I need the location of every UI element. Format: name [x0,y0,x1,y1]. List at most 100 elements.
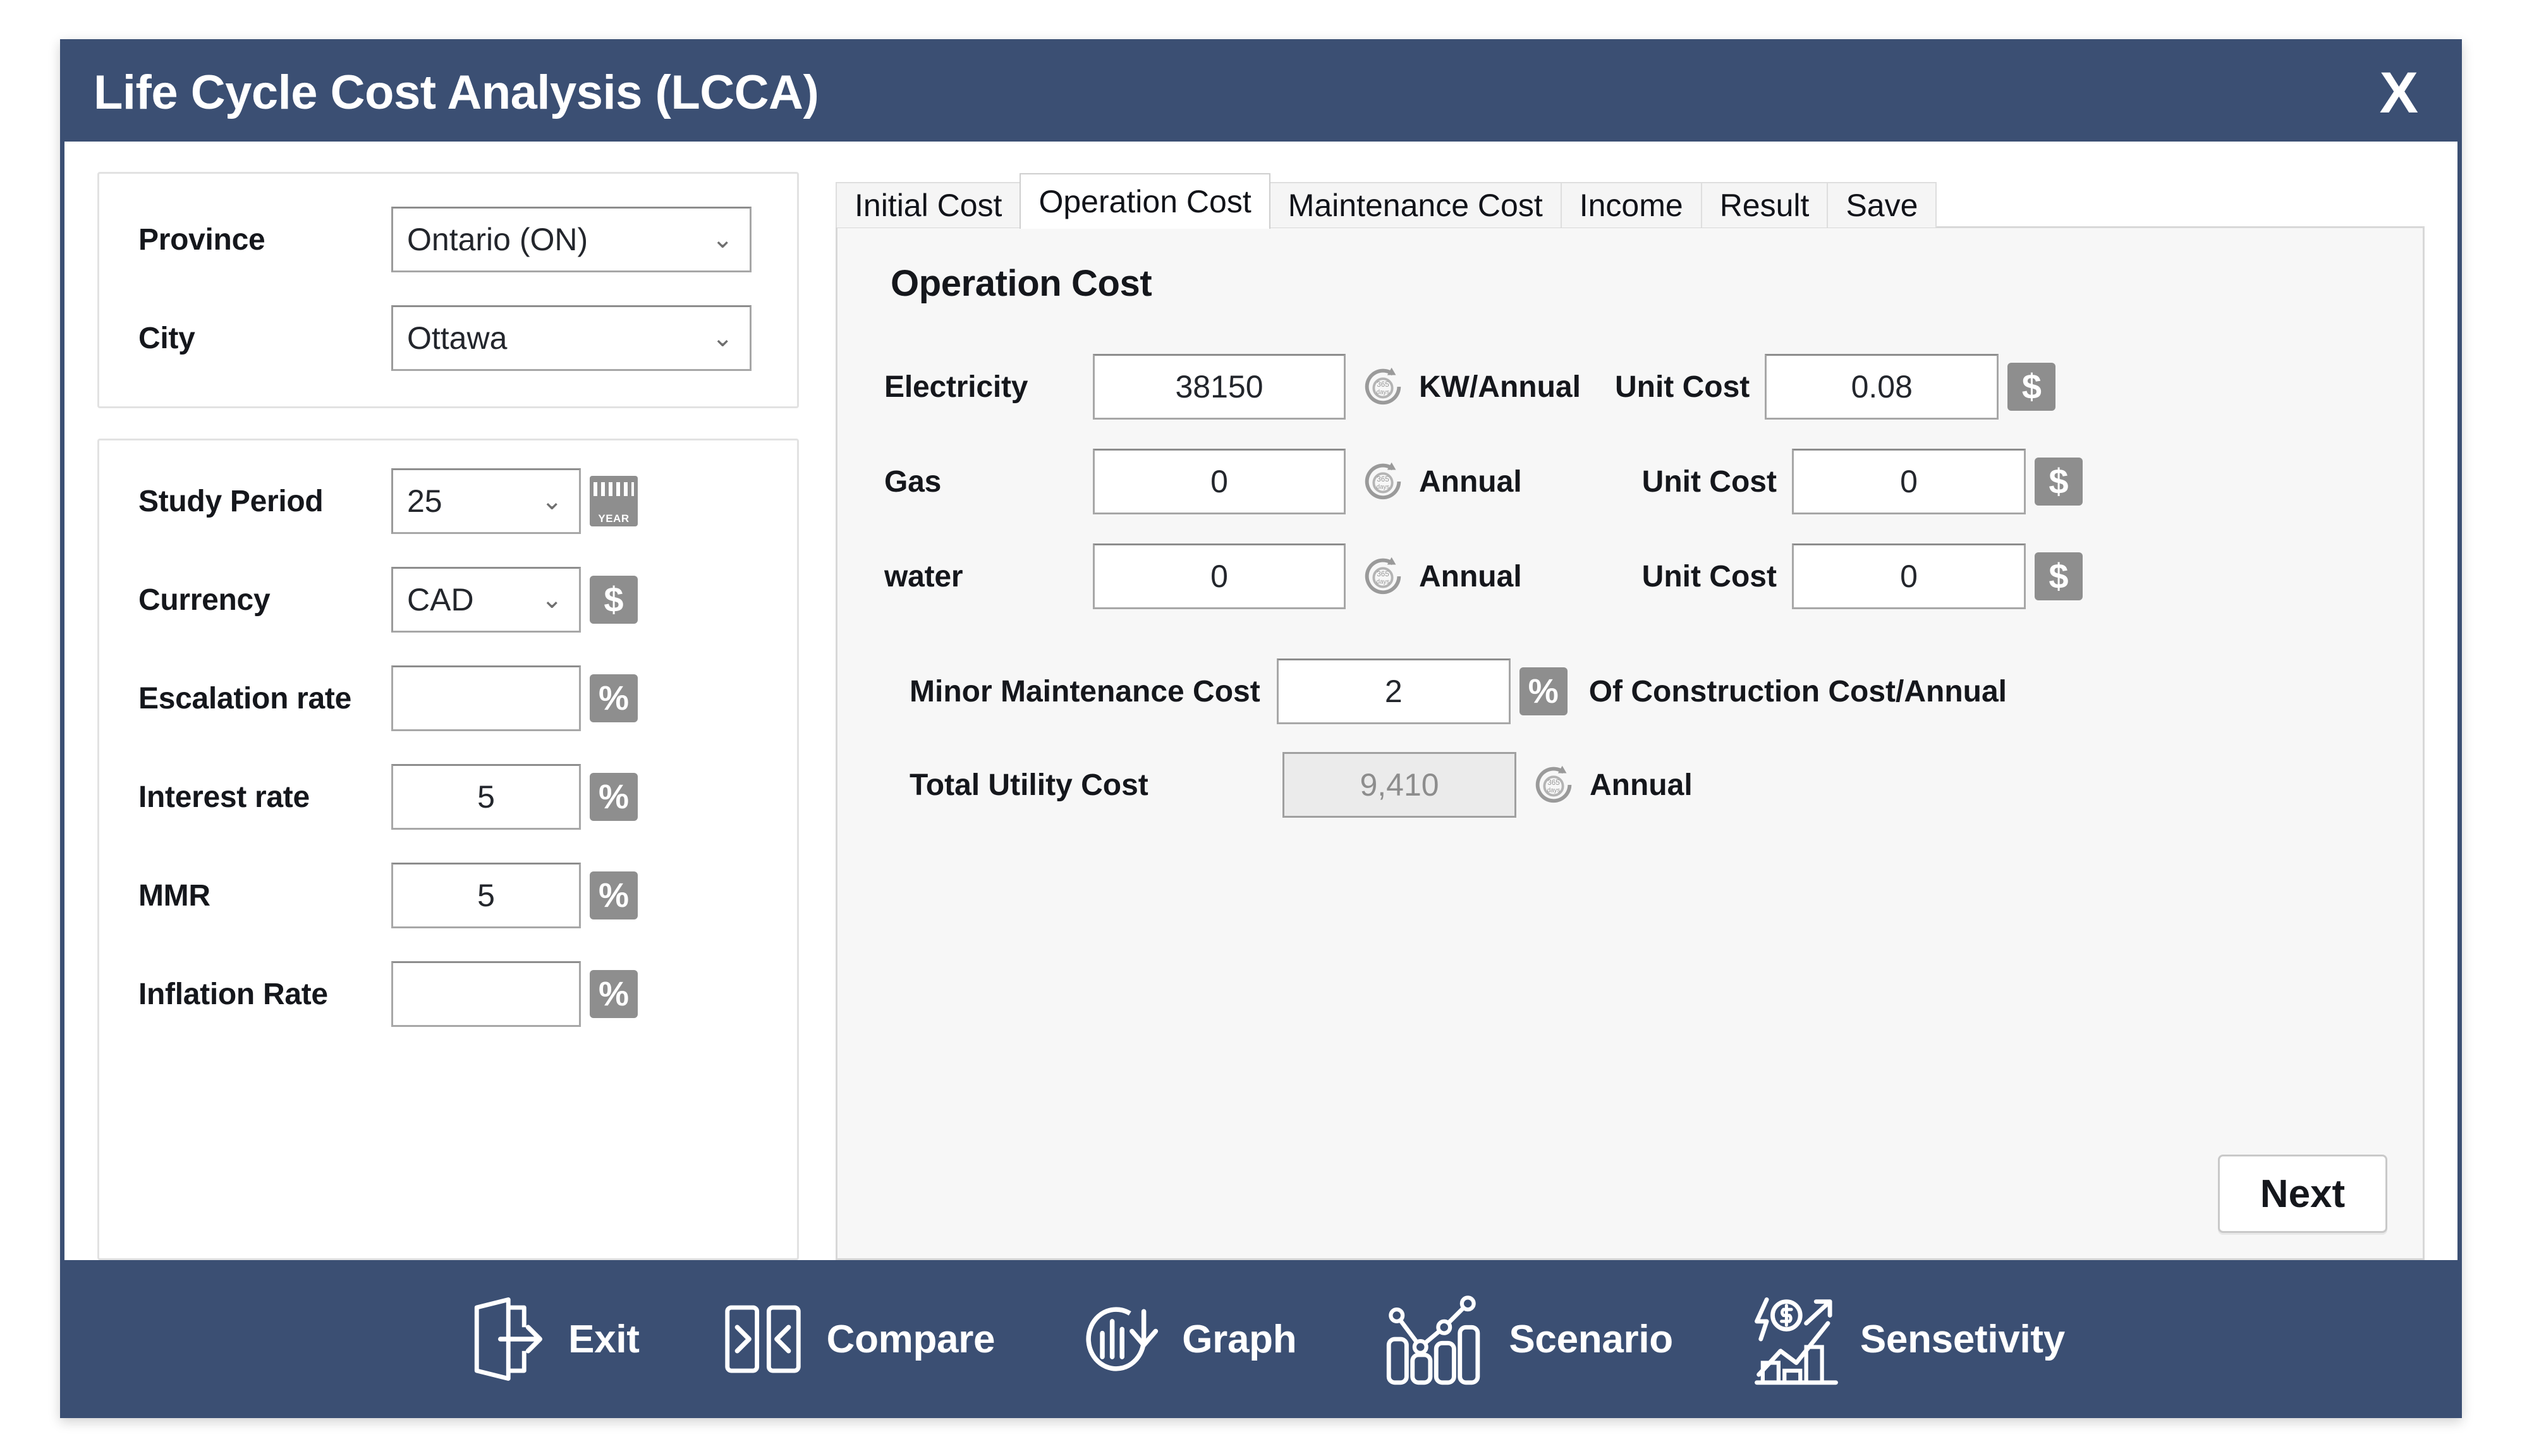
panel-heading: Operation Cost [891,263,1152,304]
exit-door-icon [457,1292,552,1386]
footer-toolbar: Exit Compare Graph Scenario Sensetivity [64,1260,2457,1418]
percent-icon: % [590,871,638,919]
water-unit: Annual [1419,559,1522,593]
parameters-card: Study Period 25 ⌄ YEAR Currency CAD ⌄ $ … [97,439,799,1260]
dollar-icon: $ [2007,363,2056,411]
mmr-input[interactable]: 5 [391,863,581,928]
inflation-rate-input[interactable] [391,961,581,1027]
water-unit-cost-value: 0 [1900,559,1918,594]
city-row: City Ottawa ⌄ [138,305,759,371]
percent-icon: % [590,970,638,1018]
scenario-bars-line-icon [1372,1292,1492,1386]
province-row: Province Ontario (ON) ⌄ [138,207,759,272]
province-value: Ontario (ON) [407,222,588,257]
water-unit-cost-label: Unit Cost [1641,559,1777,593]
chevron-down-icon: ⌄ [712,324,733,352]
tab-maintenance-cost[interactable]: Maintenance Cost [1269,182,1562,228]
mmr-row: MMR 5 % [138,863,759,928]
compare-button[interactable]: Compare [715,1292,996,1386]
calendar-year-icon: YEAR [590,476,638,526]
total-utility-label: Total Utility Cost [910,768,1148,802]
exit-button[interactable]: Exit [457,1292,640,1386]
total-utility-value-field: 9,410 [1282,752,1516,818]
interest-rate-value: 5 [477,779,495,815]
province-label: Province [138,222,265,257]
interest-rate-row: Interest rate 5 % [138,764,759,830]
next-button[interactable]: Next [2218,1155,2387,1233]
minor-maintenance-value: 2 [1384,674,1403,709]
water-input[interactable]: 0 [1093,543,1346,609]
electricity-input[interactable]: 38150 [1093,354,1346,420]
svg-text:days: days [1377,389,1390,396]
settings-sidebar: Province Ontario (ON) ⌄ City Ottawa ⌄ St… [97,172,799,1260]
percent-icon: % [590,674,638,722]
svg-text:365: 365 [1547,779,1560,787]
dollar-icon: $ [590,576,638,624]
window-content: Province Ontario (ON) ⌄ City Ottawa ⌄ St… [64,142,2457,1260]
interest-rate-input[interactable]: 5 [391,764,581,830]
annual-cycle-icon: 365 days [1358,362,1408,411]
electricity-unit-cost-value: 0.08 [1851,369,1913,404]
svg-text:days: days [1377,579,1390,586]
tab-bar: Initial Cost Operation Cost Maintenance … [836,172,2425,229]
tab-operation-cost[interactable]: Operation Cost [1020,173,1270,229]
tab-save[interactable]: Save [1827,182,1937,228]
mmr-value: 5 [477,878,495,913]
electricity-value: 38150 [1175,369,1264,404]
minor-maintenance-suffix: Of Construction Cost/Annual [1588,674,2007,708]
province-select[interactable]: Ontario (ON) ⌄ [391,207,752,272]
study-period-label: Study Period [138,484,324,518]
tab-result[interactable]: Result [1700,182,1829,228]
electricity-unit-cost-input[interactable]: 0.08 [1765,354,1999,420]
percent-icon: % [1519,667,1568,715]
study-period-select[interactable]: 25 ⌄ [391,468,581,534]
inflation-rate-row: Inflation Rate % [138,961,759,1027]
tab-initial-cost[interactable]: Initial Cost [836,182,1021,228]
close-icon[interactable]: X [2371,64,2427,122]
total-utility-unit: Annual [1590,768,1693,802]
water-label: water [884,559,963,593]
annual-cycle-icon: 365 days [1358,457,1408,506]
operation-cost-panel: Operation Cost Electricity 38150 365 day [836,226,2425,1260]
water-unit-cost-input[interactable]: 0 [1791,543,2026,609]
compare-label: Compare [826,1317,996,1361]
gas-label: Gas [884,464,942,499]
electricity-label: Electricity [884,370,1028,404]
graph-refresh-icon [1071,1292,1166,1386]
dollar-icon: $ [2034,552,2083,600]
svg-text:365: 365 [1377,380,1389,389]
sensitivity-button[interactable]: Sensetivity [1749,1292,2065,1386]
currency-row: Currency CAD ⌄ $ [138,567,759,633]
city-value: Ottawa [407,320,508,356]
city-select[interactable]: Ottawa ⌄ [391,305,752,371]
escalation-rate-row: Escalation rate % [138,665,759,731]
exit-label: Exit [568,1317,640,1361]
gas-unit-cost-input[interactable]: 0 [1791,449,2026,514]
scenario-button[interactable]: Scenario [1372,1292,1673,1386]
escalation-rate-label: Escalation rate [138,681,351,715]
chevron-down-icon: ⌄ [541,487,563,515]
location-card: Province Ontario (ON) ⌄ City Ottawa ⌄ [97,172,799,408]
currency-value: CAD [407,582,474,617]
study-period-row: Study Period 25 ⌄ YEAR [138,468,759,534]
tab-income[interactable]: Income [1560,182,1702,228]
svg-text:365: 365 [1377,475,1389,483]
gas-input[interactable]: 0 [1093,449,1346,514]
gas-unit-cost-value: 0 [1900,464,1918,499]
minor-maintenance-input[interactable]: 2 [1276,658,1511,724]
svg-text:days: days [1547,787,1561,794]
gas-unit-cost-label: Unit Cost [1641,464,1777,499]
main-panel: Initial Cost Operation Cost Maintenance … [836,172,2425,1260]
currency-label: Currency [138,583,271,617]
sensitivity-trend-icon [1749,1292,1844,1386]
gas-unit: Annual [1419,464,1522,499]
scenario-label: Scenario [1509,1317,1673,1361]
currency-select[interactable]: CAD ⌄ [391,567,581,633]
inflation-rate-label: Inflation Rate [138,977,328,1011]
mmr-label: MMR [138,878,210,913]
dollar-icon: $ [2034,458,2083,506]
minor-maintenance-label: Minor Maintenance Cost [910,674,1260,708]
water-row: water 0 365 days Annual Unit Cost 0 $ [884,543,2386,609]
graph-button[interactable]: Graph [1071,1292,1297,1386]
escalation-rate-input[interactable] [391,665,581,731]
